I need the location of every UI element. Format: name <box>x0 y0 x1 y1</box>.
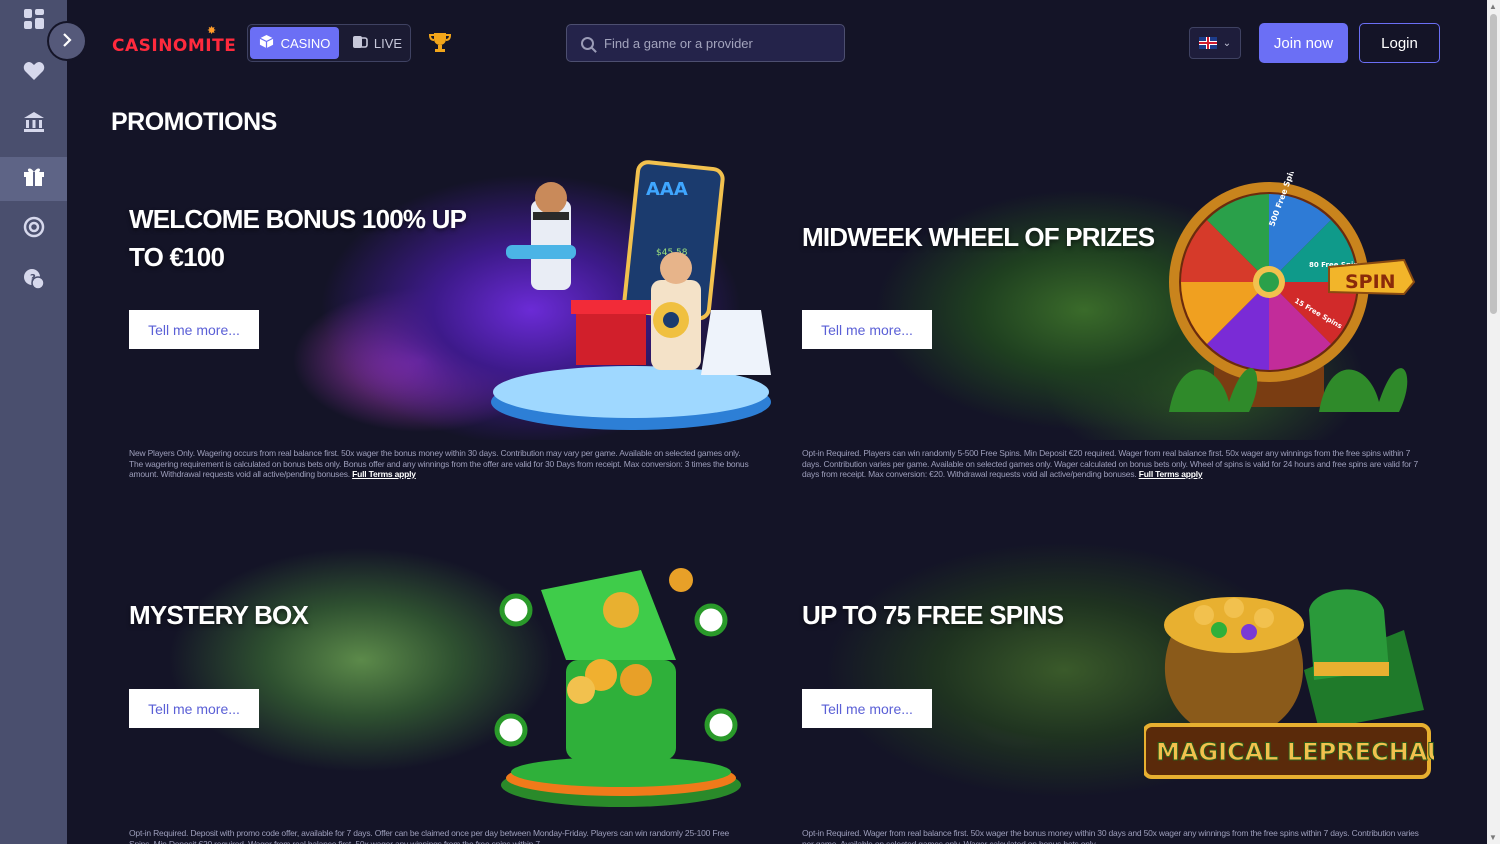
full-terms-link[interactable]: Full Terms apply <box>1139 469 1203 479</box>
uk-flag-icon <box>1198 37 1217 49</box>
sidebar-item-tournaments[interactable] <box>0 208 67 252</box>
tell-me-more-button[interactable]: Tell me more... <box>129 689 259 728</box>
casinomite-logo[interactable]: CASINOMITE ✸ <box>112 24 236 56</box>
trophy-icon[interactable] <box>428 31 452 59</box>
promo-artwork-welcome: AAA $45.58 <box>491 160 771 430</box>
grid-icon <box>23 8 45 36</box>
target-icon <box>23 216 45 244</box>
support-chat-icon: ? <box>23 268 45 296</box>
sidebar-item-favorites[interactable] <box>0 52 67 96</box>
svg-text:AAA: AAA <box>646 179 688 200</box>
promo-terms: New Players Only. Wagering occurs from r… <box>129 448 749 479</box>
cube-icon <box>259 34 274 52</box>
page-title: PROMOTIONS <box>111 108 277 136</box>
sidebar-item-cashier[interactable] <box>0 103 67 147</box>
full-terms-link[interactable]: Full Terms apply <box>352 469 416 479</box>
scroll-up-arrow-icon[interactable]: ▲ <box>1489 2 1497 11</box>
mode-live-tab[interactable]: LIVE <box>346 27 408 59</box>
language-selector[interactable]: ⌄ <box>1189 27 1241 59</box>
promo-artwork-wheel: 500 Free Spins 80 Free Spins 15 Free Spi… <box>1169 172 1416 412</box>
page-scrollbar[interactable]: ▲ ▼ <box>1487 0 1500 844</box>
sidebar-expand-button[interactable] <box>49 23 85 59</box>
promo-title: MYSTERY BOX <box>129 600 309 630</box>
promo-title: WELCOME BONUS 100% UP TO €100 <box>129 204 466 272</box>
search-bar[interactable] <box>566 24 845 62</box>
promo-terms: Opt-in Required. Deposit with promo code… <box>129 828 730 844</box>
promo-card-free-spins: MAGICAL LEPRECHAUN UP TO 75 FREE SPINS T… <box>784 540 1437 844</box>
promo-card-welcome-bonus: AAA $45.58 WELCOME BONUS 100% UP TO €100… <box>111 160 771 490</box>
promo-title: UP TO 75 FREE SPINS <box>802 600 1064 630</box>
sidebar-rail: ? <box>0 0 67 844</box>
login-button[interactable]: Login <box>1359 23 1440 63</box>
sidebar-item-promotions[interactable] <box>0 157 67 201</box>
chevron-right-icon <box>61 30 73 53</box>
scroll-down-arrow-icon[interactable]: ▼ <box>1489 833 1497 842</box>
tell-me-more-button[interactable]: Tell me more... <box>802 689 932 728</box>
svg-text:MAGICAL LEPRECHAUN: MAGICAL LEPRECHAUN <box>1156 738 1434 766</box>
live-cards-icon <box>352 35 368 52</box>
promo-card-mystery-box: MYSTERY BOX Tell me more... Opt-in Requi… <box>111 540 764 844</box>
svg-text:?: ? <box>30 273 36 284</box>
bank-icon <box>23 111 45 139</box>
scrollbar-thumb[interactable] <box>1490 14 1497 314</box>
heart-icon <box>23 61 45 87</box>
svg-text:SPIN: SPIN <box>1345 271 1396 293</box>
chevron-down-icon: ⌄ <box>1222 37 1232 49</box>
main-content: CASINOMITE ✸ CASINO LIVE ⌄ Join now Logi… <box>67 0 1487 844</box>
promo-terms: Opt-in Required. Wager from real balance… <box>802 828 1419 844</box>
promo-artwork-leprechaun: MAGICAL LEPRECHAUN <box>1144 589 1434 779</box>
sidebar-item-support[interactable]: ? <box>0 260 67 304</box>
search-icon <box>581 36 594 50</box>
promo-terms: Opt-in Required. Players can win randoml… <box>802 448 1418 479</box>
sparkle-icon: ✸ <box>207 24 217 37</box>
join-now-button[interactable]: Join now <box>1259 23 1348 63</box>
promo-card-midweek-wheel: 500 Free Spins 80 Free Spins 15 Free Spi… <box>784 160 1437 490</box>
tell-me-more-button[interactable]: Tell me more... <box>802 310 932 349</box>
mode-casino-tab[interactable]: CASINO <box>250 27 339 59</box>
tell-me-more-button[interactable]: Tell me more... <box>129 310 259 349</box>
search-input[interactable] <box>604 35 824 51</box>
gift-icon <box>23 165 45 193</box>
promo-artwork-mystery-box <box>494 568 741 807</box>
mode-switch: CASINO LIVE <box>247 24 411 62</box>
promo-title: MIDWEEK WHEEL OF PRIZES <box>802 222 1155 252</box>
